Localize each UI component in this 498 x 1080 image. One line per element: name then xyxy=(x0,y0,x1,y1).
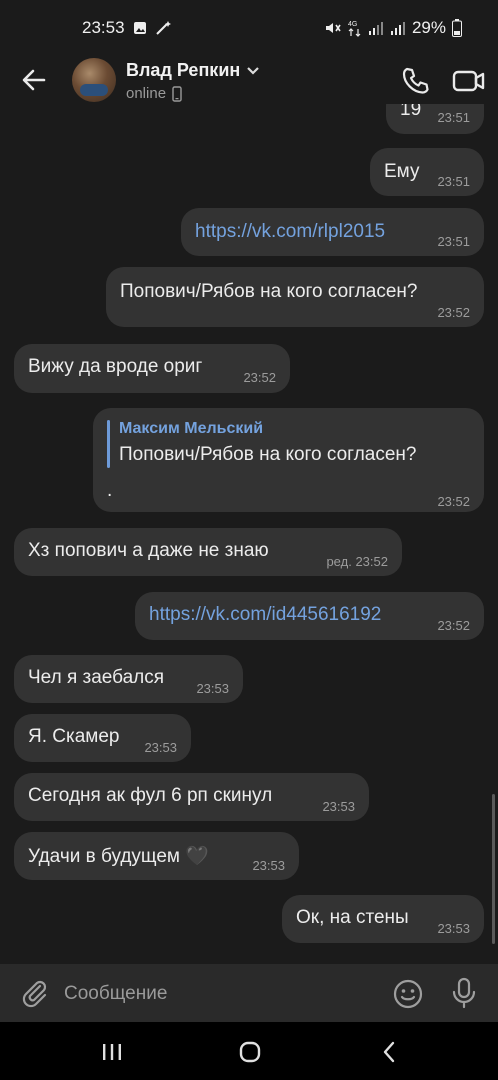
edited-label: ред. xyxy=(326,554,352,569)
message-text: Попович/Рябов на кого согласен? xyxy=(120,281,418,302)
reply-text: Попович/Рябов на кого согласен? xyxy=(119,444,417,465)
message-text: Ему xyxy=(384,161,420,182)
message-time: 23:53 xyxy=(196,681,229,696)
message-time: 23:51 xyxy=(437,110,470,125)
recents-icon xyxy=(103,1044,121,1060)
message-text: Ок, на стены xyxy=(296,907,409,928)
contact-info[interactable]: Влад Репкин online xyxy=(126,60,260,102)
message-link[interactable]: https://vk.com/rlpl2015 xyxy=(195,221,385,243)
message-time: 23:52 xyxy=(437,494,470,509)
message-bubble-outgoing[interactable]: https://vk.com/rlpl2015 23:51 xyxy=(181,208,484,256)
message-time: 23:52 xyxy=(437,305,470,320)
message-text: Я. Скамер xyxy=(28,726,120,747)
message-text: Хз попович а даже не знаю xyxy=(28,540,269,561)
message-time: 23:51 xyxy=(437,234,470,249)
message-bubble-incoming[interactable]: Удачи в будущем 🖤 23:53 xyxy=(14,832,299,880)
home-button[interactable] xyxy=(238,1040,262,1064)
message-bubble-incoming[interactable]: Хз попович а даже не знаю ред. 23:52 xyxy=(14,528,402,576)
chevron-down-icon xyxy=(247,66,260,75)
chevron-left-icon xyxy=(383,1041,395,1063)
magic-wand-icon xyxy=(155,20,173,36)
message-text: . xyxy=(107,480,113,501)
attach-button[interactable] xyxy=(20,978,50,1008)
contact-status-row: online xyxy=(126,85,260,102)
back-button[interactable] xyxy=(20,66,48,94)
chat-header: Влад Репкин online xyxy=(0,56,498,104)
message-bubble-outgoing[interactable]: Ему 23:51 xyxy=(370,148,484,196)
battery-icon xyxy=(452,19,462,37)
mobile-phone-icon xyxy=(172,85,182,102)
status-left: 23:53 xyxy=(82,18,173,38)
message-bubble-incoming[interactable]: Я. Скамер 23:53 xyxy=(14,714,191,762)
message-bubble-incoming[interactable]: Чел я заебался 23:53 xyxy=(14,655,243,703)
call-button[interactable] xyxy=(400,66,430,96)
message-list[interactable]: 19 23:51 Ему 23:51 https://vk.com/rlpl20… xyxy=(0,104,498,964)
contact-status: online xyxy=(126,85,167,102)
arrow-left-icon xyxy=(22,69,46,91)
phone-icon xyxy=(402,67,429,94)
message-composer xyxy=(0,964,498,1022)
message-time: 23:53 xyxy=(437,921,470,936)
message-bubble-incoming[interactable]: Вижу да вроде ориг 23:52 xyxy=(14,344,290,393)
voice-message-button[interactable] xyxy=(448,976,480,1010)
system-navigation-bar xyxy=(0,1022,498,1080)
status-time: 23:53 xyxy=(82,18,125,37)
recents-button[interactable] xyxy=(100,1040,124,1064)
battery-percent: 29% xyxy=(411,18,446,37)
contact-name: Влад Репкин xyxy=(126,60,241,80)
message-time: 23:52 xyxy=(243,370,276,385)
reply-quote-bar xyxy=(107,420,110,468)
signal-icon-1 xyxy=(368,20,384,36)
message-time: 23:53 xyxy=(322,799,355,814)
message-time: 23:52 xyxy=(437,618,470,633)
reply-author[interactable]: Максим Мельский xyxy=(119,420,263,438)
message-text: 19 xyxy=(400,104,422,120)
emoji-button[interactable] xyxy=(392,978,424,1010)
message-link[interactable]: https://vk.com/id445616192 xyxy=(149,604,381,626)
contact-name-row: Влад Репкин xyxy=(126,60,260,81)
avatar[interactable] xyxy=(72,58,116,102)
message-bubble-outgoing[interactable]: Попович/Рябов на кого согласен? 23:52 xyxy=(106,267,484,327)
gallery-notification-icon xyxy=(133,21,147,35)
paperclip-icon xyxy=(22,980,47,1008)
message-bubble-outgoing[interactable]: Ок, на стены 23:53 xyxy=(282,895,484,943)
signal-icon-2 xyxy=(390,20,406,36)
status-bar: 23:53 4G 29% xyxy=(0,0,498,56)
message-text: Сегодня ак фул 6 рп скинул xyxy=(28,785,273,806)
home-icon xyxy=(239,1041,261,1063)
scrollbar-thumb[interactable] xyxy=(492,794,495,944)
message-text: Чел я заебался xyxy=(28,667,165,688)
message-bubble-outgoing[interactable]: https://vk.com/id445616192 23:52 xyxy=(135,592,484,640)
message-bubble-outgoing[interactable]: 19 23:51 xyxy=(386,104,484,134)
data-arrows-icon: 4G xyxy=(348,19,362,37)
video-camera-icon xyxy=(452,70,485,92)
mute-icon xyxy=(324,20,342,36)
message-time: 23:53 xyxy=(144,740,177,755)
message-bubble-incoming[interactable]: Сегодня ак фул 6 рп скинул 23:53 xyxy=(14,773,369,821)
microphone-icon xyxy=(452,977,476,1009)
smile-icon xyxy=(393,979,423,1009)
message-input[interactable] xyxy=(62,976,376,1012)
message-text: Удачи в будущем 🖤 xyxy=(28,846,209,867)
status-right: 4G 29% xyxy=(324,18,462,38)
message-time: 23:52 xyxy=(355,554,388,569)
message-time: 23:53 xyxy=(252,858,285,873)
video-call-button[interactable] xyxy=(452,66,486,96)
svg-text:4G: 4G xyxy=(348,21,357,28)
system-back-button[interactable] xyxy=(378,1040,402,1064)
message-text: Вижу да вроде ориг xyxy=(28,356,203,377)
message-time-edited: ред. 23:52 xyxy=(326,554,388,569)
message-bubble-outgoing-reply[interactable]: Максим Мельский Попович/Рябов на кого со… xyxy=(93,408,484,512)
message-time: 23:51 xyxy=(437,174,470,189)
